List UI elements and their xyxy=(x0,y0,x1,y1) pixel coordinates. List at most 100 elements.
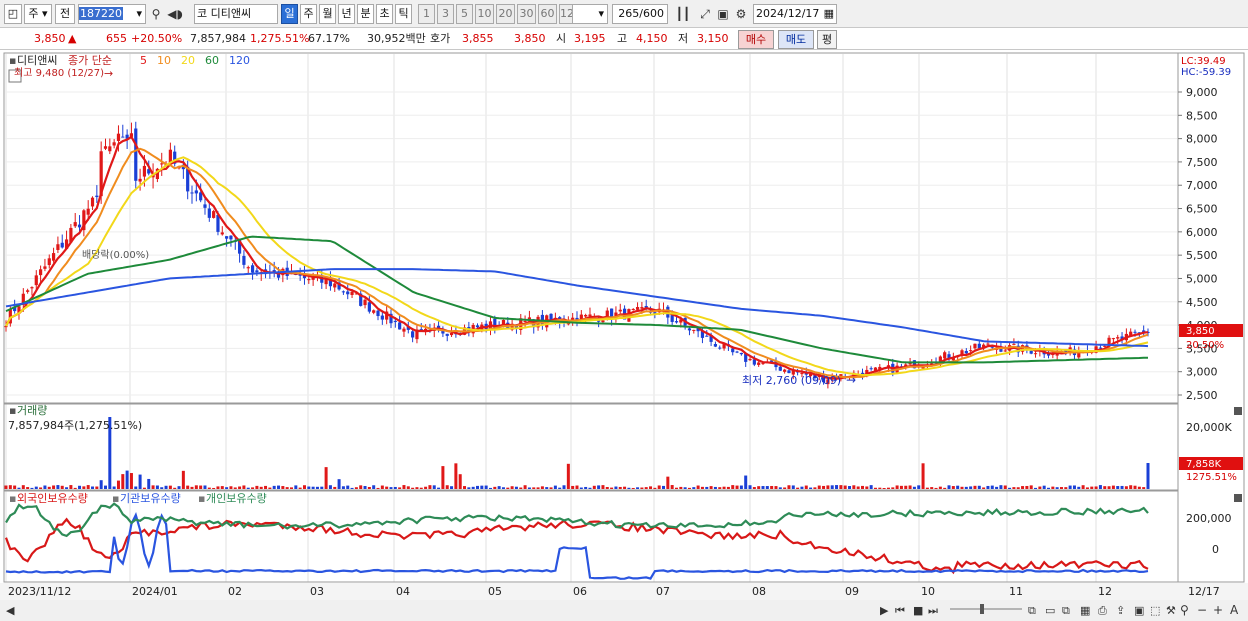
volume-bar xyxy=(899,485,903,489)
save-icon[interactable]: ▣ xyxy=(715,6,731,22)
candle-body xyxy=(112,142,116,146)
search-icon[interactable]: ⚲ xyxy=(148,6,164,22)
layout-icon[interactable]: ⧉ xyxy=(1028,604,1036,617)
chart-area[interactable]: 9,000 8,500 8,000 7,500 7,000 6,500 6,000 5,500… xyxy=(0,51,1248,621)
font-icon[interactable]: A xyxy=(1230,603,1239,617)
buy-button[interactable]: 매수 xyxy=(738,30,774,49)
period-tab-3[interactable]: 년 xyxy=(338,4,355,24)
draw-icon[interactable]: ⤢ xyxy=(697,6,713,22)
volume-bar xyxy=(142,487,146,489)
stock-name-field[interactable]: 코 디티앤씨 xyxy=(194,4,278,24)
image-icon[interactable]: ▣ xyxy=(1134,604,1144,617)
zoom-in-icon[interactable]: + xyxy=(1213,603,1223,617)
candle-body xyxy=(138,178,142,182)
holding-close-icon[interactable] xyxy=(1234,494,1242,502)
rewind-icon[interactable]: ⏮ xyxy=(895,604,905,617)
candle-body xyxy=(1033,353,1038,355)
speaker-icon[interactable]: ◀◗ xyxy=(167,6,183,22)
volume-bar xyxy=(1012,487,1016,489)
chart-type-icon[interactable]: ◰ xyxy=(4,4,22,24)
zoom-out-icon[interactable]: − xyxy=(1197,603,1207,617)
lc-label: LC:39.49 xyxy=(1181,56,1226,67)
forward-icon[interactable]: ⏭ xyxy=(928,604,938,617)
eval-button[interactable]: 평 xyxy=(817,30,837,49)
gear-icon[interactable]: ⚙ xyxy=(733,6,749,22)
candle-body xyxy=(376,310,380,317)
candle-body xyxy=(670,315,674,322)
interval-select[interactable]: ▾ xyxy=(572,4,608,24)
sell-button[interactable]: 매도 xyxy=(778,30,814,49)
date-value: 2024/12/17 xyxy=(756,7,820,20)
x-label-1: 2024/01 xyxy=(132,585,178,598)
volume-bar xyxy=(151,485,155,489)
volume-bar xyxy=(735,485,739,489)
volume-bar xyxy=(164,485,168,489)
scroll-right-icon[interactable]: ▶ xyxy=(880,604,889,617)
volume-bar xyxy=(207,487,211,489)
count-max: /600 xyxy=(639,7,664,20)
date-input[interactable]: 2024/12/17 ▦ xyxy=(753,4,837,24)
scroll-left-icon[interactable]: ◀ xyxy=(6,604,15,617)
period-tab-5[interactable]: 초 xyxy=(376,4,393,24)
interval-60[interactable]: 60 xyxy=(538,4,557,24)
volume-bar xyxy=(393,486,397,489)
interval-1[interactable]: 1 xyxy=(418,4,435,24)
volume-bar xyxy=(861,485,864,489)
export-icon[interactable]: ⇪ xyxy=(1116,604,1125,617)
count-value: 265 xyxy=(618,7,640,20)
stop-icon[interactable]: ■ xyxy=(913,604,923,617)
period-tab-0[interactable]: 일 xyxy=(281,4,298,24)
x-label-9: 09 xyxy=(845,585,859,598)
code-input[interactable]: 187220 ▾ xyxy=(78,4,146,24)
volume-bar xyxy=(225,487,229,489)
volume-bar xyxy=(917,485,921,489)
volume-bar xyxy=(999,485,1003,489)
calendar-icon[interactable]: ▦ xyxy=(824,5,834,23)
volume-bar xyxy=(8,485,12,489)
volume-bar xyxy=(995,486,999,489)
turnover-percent: 67.17% xyxy=(308,32,350,45)
volume-bar xyxy=(290,487,293,489)
volume-bar xyxy=(666,476,670,489)
market-select[interactable]: 주 ▾ xyxy=(24,4,52,24)
capture-icon[interactable]: ⬚ xyxy=(1150,604,1160,617)
volume-bar xyxy=(454,463,458,489)
period-tab-1[interactable]: 주 xyxy=(300,4,317,24)
interval-5[interactable]: 5 xyxy=(456,4,473,24)
candle-body xyxy=(393,321,397,323)
stock-name: 디티앤씨 xyxy=(210,7,252,20)
interval-30[interactable]: 30 xyxy=(517,4,536,24)
price-tick-5: 6,500 xyxy=(1186,203,1218,216)
volume-bar xyxy=(571,485,575,489)
volume-bar xyxy=(411,487,415,489)
candle-body xyxy=(718,347,722,349)
interval-20[interactable]: 20 xyxy=(496,4,515,24)
candle-icon[interactable]: ┃┃ xyxy=(675,6,691,22)
volume-bar xyxy=(242,485,246,489)
copy-icon[interactable]: ⧉ xyxy=(1062,604,1070,617)
volume-bar xyxy=(73,487,77,489)
volume-close-icon[interactable] xyxy=(1234,407,1242,415)
period-tab-6[interactable]: 틱 xyxy=(395,4,412,24)
candle-body xyxy=(341,291,346,293)
candle-body xyxy=(60,242,64,248)
window-icon[interactable]: ▭ xyxy=(1045,604,1055,617)
print-icon[interactable]: ⎙ xyxy=(1098,604,1107,617)
prev-button[interactable]: 전 xyxy=(55,4,75,24)
volume-bar xyxy=(186,485,190,489)
period-tab-4[interactable]: 분 xyxy=(357,4,374,24)
ma-legend-10: 10 xyxy=(157,54,171,67)
count-input[interactable]: 265/600 xyxy=(612,4,668,24)
zoom-slider-handle[interactable] xyxy=(980,604,984,614)
tool-icon[interactable]: ⚒ xyxy=(1166,604,1176,617)
grid-icon[interactable]: ▦ xyxy=(1080,604,1090,617)
zoom-icon[interactable]: ⚲ xyxy=(1180,603,1189,617)
period-tab-2[interactable]: 월 xyxy=(319,4,336,24)
interval-3[interactable]: 3 xyxy=(437,4,454,24)
holding-legend-1: 기관보유수량 xyxy=(120,492,181,505)
volume-bar xyxy=(683,487,687,489)
volume-bar xyxy=(424,486,428,489)
candle-body xyxy=(757,362,761,365)
volume-bar xyxy=(1146,463,1150,489)
interval-10[interactable]: 10 xyxy=(475,4,494,24)
